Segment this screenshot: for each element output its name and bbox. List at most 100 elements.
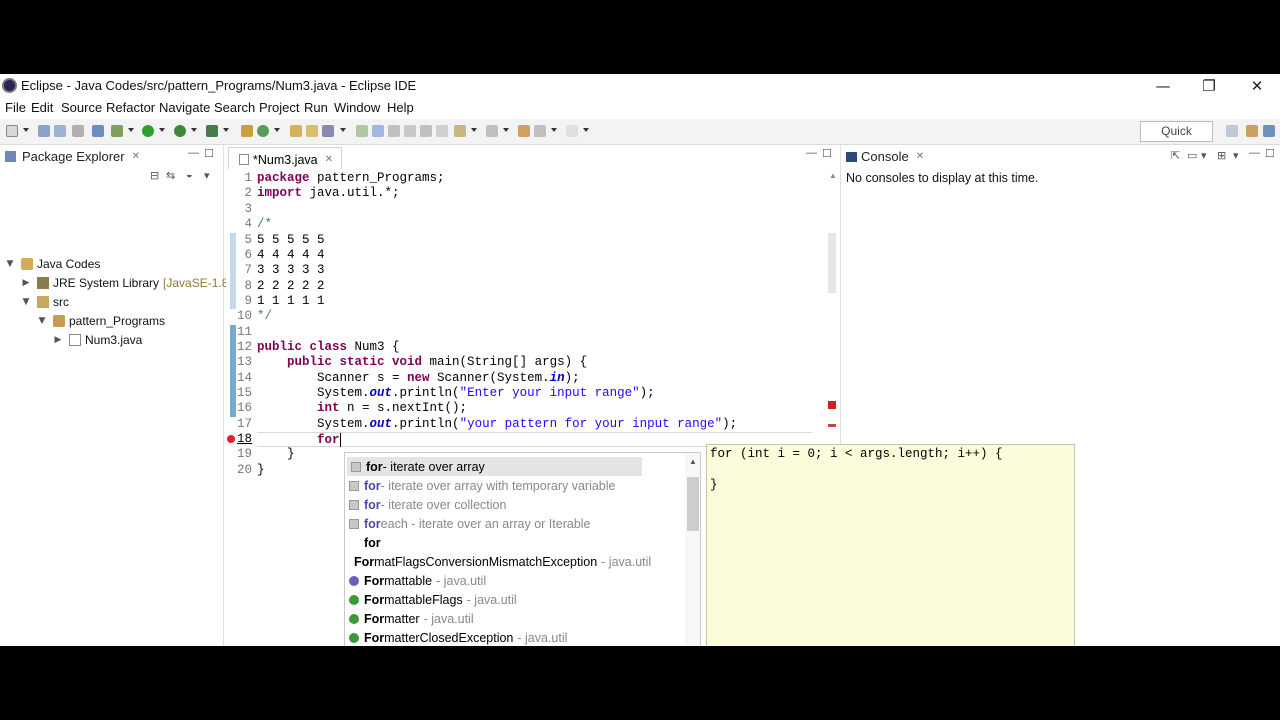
collapse-arrow-icon[interactable]: ▼ [4, 259, 16, 269]
scroll-up-icon[interactable]: ▲ [689, 457, 697, 466]
maximize-editor-icon[interactable]: ☐ [822, 147, 832, 160]
quick-access-field[interactable]: Quick Access [1140, 121, 1213, 157]
tree-item-src[interactable]: ▼ src [20, 293, 69, 311]
external-tools-icon[interactable] [206, 125, 218, 137]
display-console-icon[interactable]: ▭ [1187, 149, 1197, 162]
maximize-console-icon[interactable]: ☐ [1265, 147, 1275, 160]
assist-item[interactable]: For mattable - java.util [345, 571, 645, 590]
view-menu-icon[interactable]: ▾ [204, 169, 210, 182]
minimize-view-icon[interactable]: — [188, 147, 199, 159]
minimize-button[interactable]: — [1140, 74, 1186, 98]
toggle-highlight-icon[interactable] [372, 125, 384, 137]
next-annotation-icon[interactable] [454, 125, 466, 137]
tree-item-java-codes[interactable]: ▼ Java Codes [4, 255, 101, 273]
close-editor-icon[interactable]: ✕ [325, 154, 333, 165]
menu-edit[interactable]: Edit [31, 100, 53, 115]
assist-item[interactable]: for [345, 533, 645, 552]
scroll-thumb[interactable] [828, 233, 836, 293]
menu-help[interactable]: Help [387, 100, 414, 115]
minimize-console-icon[interactable]: — [1249, 147, 1260, 159]
menu-search[interactable]: Search [214, 100, 255, 115]
assist-item[interactable]: For mattableFlags - java.util [345, 590, 645, 609]
assist-item[interactable]: for each - iterate over an array or Itera… [345, 514, 645, 533]
toggle-block-icon[interactable] [388, 125, 400, 137]
display-console-dropdown-icon[interactable]: ▾ [1201, 149, 1207, 162]
console-tab[interactable]: Console ✕ ⇱ ▭ ▾ ⊞ ▾ — ☐ [841, 145, 1280, 169]
menu-source[interactable]: Source [61, 100, 102, 115]
coverage-icon[interactable] [174, 125, 186, 137]
minimize-editor-icon[interactable]: — [806, 147, 817, 159]
new-java-project-icon[interactable] [241, 125, 253, 137]
java-ee-perspective-icon[interactable] [1246, 125, 1258, 137]
new-dropdown-icon[interactable] [23, 128, 29, 132]
content-assist-popup[interactable]: for - iterate over array for - iterate o… [344, 452, 701, 646]
collapse-all-icon[interactable]: ⊟ [150, 169, 159, 182]
save-icon[interactable] [38, 125, 50, 137]
collapse-arrow-icon[interactable]: ▼ [36, 316, 48, 326]
new-class-dropdown-icon[interactable] [274, 128, 280, 132]
pilcrow-icon[interactable] [436, 125, 448, 137]
overview-error-marker[interactable] [828, 401, 836, 409]
open-console-dropdown-icon[interactable]: ▾ [1233, 149, 1239, 162]
menu-navigate[interactable]: Navigate [159, 100, 210, 115]
debug-dropdown-icon[interactable] [128, 128, 134, 132]
forward-icon[interactable] [566, 125, 578, 137]
next-annotation-dropdown-icon[interactable] [471, 128, 477, 132]
show-whitespace-icon[interactable] [404, 125, 416, 137]
print-icon[interactable] [72, 125, 84, 137]
open-type-icon[interactable] [290, 125, 302, 137]
back-icon[interactable] [534, 125, 546, 137]
assist-scroll-thumb[interactable] [687, 477, 699, 531]
expand-arrow-icon[interactable]: ▶ [52, 335, 64, 345]
assist-item[interactable]: for - iterate over array with temporary … [345, 476, 645, 495]
external-tools-dropdown-icon[interactable] [223, 128, 229, 132]
toggle-breadcrumb-icon[interactable] [420, 125, 432, 137]
save-all-icon[interactable] [54, 125, 66, 137]
new-class-icon[interactable] [257, 125, 269, 137]
close-window-button[interactable]: ✕ [1234, 74, 1280, 98]
java-perspective-icon[interactable] [1263, 125, 1275, 137]
previous-annotation-icon[interactable] [486, 125, 498, 137]
menu-file[interactable]: File [5, 100, 26, 115]
error-marker-icon[interactable] [227, 435, 235, 443]
tree-item-num3-java[interactable]: ▶ Num3.java [52, 331, 143, 349]
search-dropdown-icon[interactable] [340, 128, 346, 132]
editor-tab-num3[interactable]: *Num3.java ✕ [228, 147, 343, 169]
assist-item[interactable]: For matter - java.util [345, 609, 645, 628]
forward-dropdown-icon[interactable] [583, 128, 589, 132]
run-dropdown-icon[interactable] [159, 128, 165, 132]
scroll-up-icon[interactable]: ▲ [829, 171, 837, 180]
package-explorer-tab[interactable]: Package Explorer ✕ — ☐ [0, 145, 223, 169]
previous-annotation-dropdown-icon[interactable] [503, 128, 509, 132]
restore-button[interactable]: ❐ [1186, 74, 1232, 98]
maximize-view-icon[interactable]: ☐ [204, 147, 214, 160]
open-task-icon[interactable] [306, 125, 318, 137]
expand-arrow-icon[interactable]: ▶ [20, 278, 32, 288]
debug-icon[interactable] [111, 125, 123, 137]
skip-breakpoints-icon[interactable] [92, 125, 104, 137]
new-icon[interactable] [6, 125, 18, 137]
link-with-editor-icon[interactable]: ⇆ [166, 169, 175, 182]
open-perspective-icon[interactable] [1226, 125, 1238, 137]
overview-error-marker[interactable] [828, 424, 836, 427]
assist-item[interactable]: For matFlagsConversionMismatchException - … [345, 552, 651, 571]
assist-item-selected[interactable]: for - iterate over array [347, 457, 642, 476]
close-console-icon[interactable]: ✕ [916, 151, 924, 162]
back-dropdown-icon[interactable] [551, 128, 557, 132]
tree-item-pattern-programs[interactable]: ▼ pattern_Programs [36, 312, 166, 330]
last-edit-location-icon[interactable] [518, 125, 530, 137]
assist-item[interactable]: for - iterate over collection [345, 495, 645, 514]
open-console-icon[interactable]: ⊞ [1217, 149, 1226, 162]
menu-project[interactable]: Project [259, 100, 299, 115]
focus-icon[interactable]: ◒ [186, 169, 193, 181]
menu-window[interactable]: Window [334, 100, 380, 115]
toggle-mark-occurrences-icon[interactable] [356, 125, 368, 137]
coverage-dropdown-icon[interactable] [191, 128, 197, 132]
close-package-explorer-icon[interactable]: ✕ [132, 151, 140, 162]
menu-run[interactable]: Run [304, 100, 328, 115]
assist-item[interactable]: For matterClosedException - java.util [345, 628, 645, 646]
search-icon[interactable] [322, 125, 334, 137]
tree-item-jre-library[interactable]: ▶ JRE System Library [JavaSE-1.8] [20, 274, 232, 292]
run-icon[interactable] [142, 125, 154, 137]
pin-console-icon[interactable]: ⇱ [1171, 149, 1180, 162]
